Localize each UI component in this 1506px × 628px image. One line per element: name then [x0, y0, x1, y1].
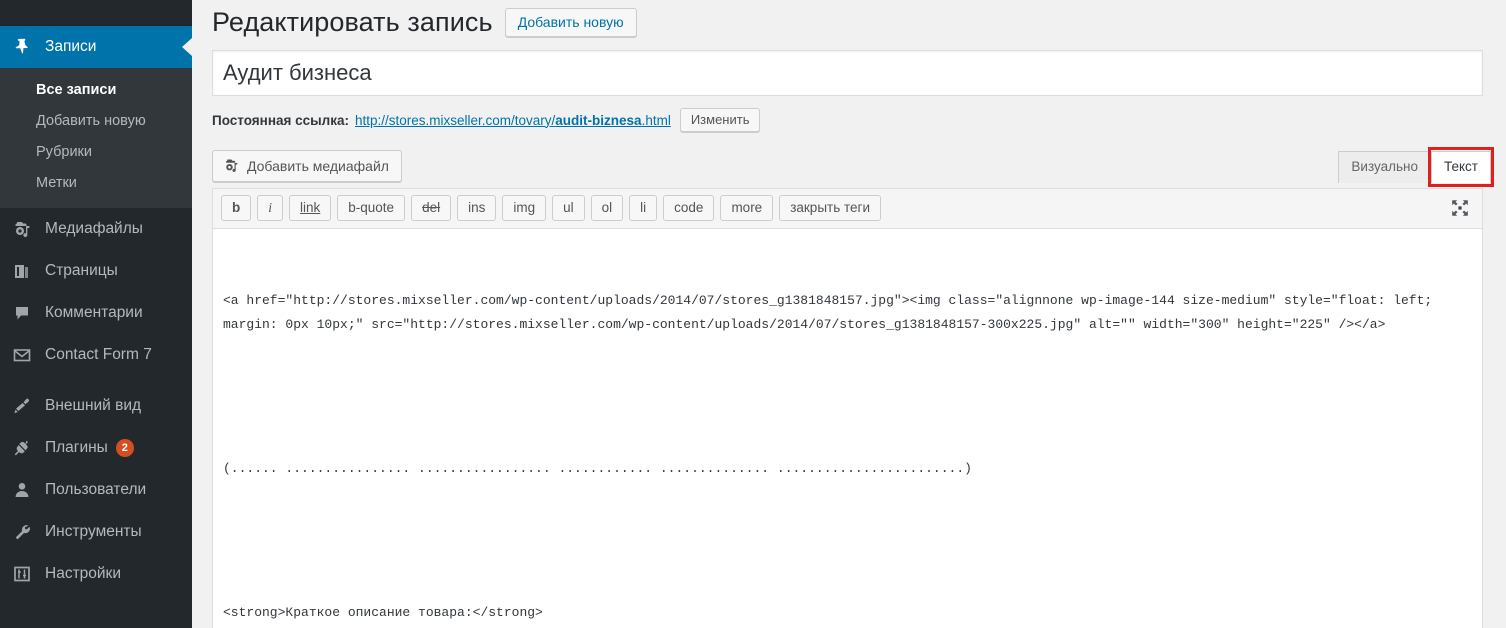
editor-mode-tabs: Визуально Текст [1338, 150, 1491, 183]
quicktag-b-quote[interactable]: b-quote [337, 195, 405, 221]
tab-visual[interactable]: Визуально [1338, 151, 1431, 183]
comment-icon [12, 302, 38, 324]
permalink-url[interactable]: http://stores.mixseller.com/tovary/audit… [355, 113, 671, 128]
sidebar-item-settings[interactable]: Настройки [0, 553, 192, 595]
sidebar-item-label: Пользователи [45, 481, 146, 499]
sidebar-item-categories[interactable]: Рубрики [0, 137, 192, 168]
add-new-post-button[interactable]: Добавить новую [505, 8, 637, 37]
sidebar-item-tags[interactable]: Метки [0, 168, 192, 199]
permalink-suffix: .html [642, 113, 671, 128]
edit-permalink-button[interactable]: Изменить [680, 108, 761, 132]
sidebar-item-label: Медиафайлы [45, 220, 143, 238]
permalink-prefix: http://stores.mixseller.com/tovary/ [355, 113, 555, 128]
content-line: (...... ................ ...............… [223, 457, 1472, 481]
sidebar-item-comments[interactable]: Комментарии [0, 292, 192, 334]
quicktag-ol[interactable]: ol [591, 195, 624, 221]
quicktags-toolbar: b i link b-quote del ins img ul ol li co… [213, 189, 1482, 229]
post-title-input[interactable] [212, 50, 1483, 96]
user-icon [12, 479, 38, 501]
content-blank-line [223, 529, 1472, 553]
sidebar-item-appearance[interactable]: Внешний вид [0, 385, 192, 427]
add-media-label: Добавить медиафайл [247, 158, 389, 174]
wrench-icon [12, 521, 38, 543]
page-title: Редактировать запись [212, 6, 493, 38]
sidebar-item-contact-form-7[interactable]: Contact Form 7 [0, 334, 192, 376]
admin-sidebar: Записи Все записи Добавить новую Рубрики… [0, 0, 192, 628]
quicktag-i[interactable]: i [257, 195, 283, 221]
sidebar-item-label: Настройки [45, 565, 121, 583]
sidebar-item-pages[interactable]: Страницы [0, 250, 192, 292]
sidebar-submenu-posts: Все записи Добавить новую Рубрики Метки [0, 68, 192, 208]
main-content: Редактировать запись Добавить новую Пост… [192, 0, 1506, 628]
sidebar-separator [0, 376, 192, 385]
sidebar-item-media[interactable]: Медиафайлы [0, 208, 192, 250]
permalink-row: Постоянная ссылка: http://stores.mixsell… [212, 108, 1491, 132]
sidebar-item-users[interactable]: Пользователи [0, 469, 192, 511]
sidebar-item-all-posts[interactable]: Все записи [0, 75, 192, 106]
sidebar-item-label: Плагины [45, 439, 108, 457]
quicktag-img[interactable]: img [502, 195, 546, 221]
editor-container: b i link b-quote del ins img ul ol li co… [212, 188, 1483, 628]
fullscreen-arrows-icon[interactable] [1450, 198, 1470, 218]
content-line: <strong>Краткое описание товара:</strong… [223, 601, 1472, 625]
paintbrush-icon [12, 395, 38, 417]
content-line: <a href="http://stores.mixseller.com/wp-… [223, 289, 1472, 337]
add-media-icon [223, 157, 240, 174]
quicktag-code[interactable]: code [663, 195, 714, 221]
sidebar-item-tools[interactable]: Инструменты [0, 511, 192, 553]
permalink-slug: audit-biznesa [555, 113, 641, 128]
sidebar-item-label: Комментарии [45, 304, 143, 322]
quicktag-b[interactable]: b [221, 195, 251, 221]
sidebar-item-add-new-post[interactable]: Добавить новую [0, 106, 192, 137]
quicktag-li[interactable]: li [629, 195, 657, 221]
quicktag-ins[interactable]: ins [457, 195, 496, 221]
envelope-icon [12, 344, 38, 366]
tab-text[interactable]: Текст [1431, 151, 1491, 183]
plug-icon [12, 437, 38, 459]
content-blank-line [223, 385, 1472, 409]
current-menu-arrow-icon [178, 26, 192, 68]
media-toolbar-row: Добавить медиафайл Визуально Текст [212, 150, 1491, 182]
sidebar-item-label: Contact Form 7 [45, 346, 152, 364]
sidebar-item-label: Страницы [45, 262, 118, 280]
pages-icon [12, 260, 38, 282]
camera-music-icon [12, 218, 38, 240]
sidebar-item-label: Внешний вид [45, 397, 141, 415]
plugins-update-badge: 2 [116, 439, 134, 457]
page-header: Редактировать запись Добавить новую [212, 0, 1491, 40]
quicktag-ul[interactable]: ul [552, 195, 585, 221]
pin-icon [12, 36, 38, 58]
sidebar-item-label: Записи [45, 38, 96, 56]
wordpress-admin-screen: Записи Все записи Добавить новую Рубрики… [0, 0, 1506, 628]
post-editor: Добавить медиафайл Визуально Текст b i l… [212, 150, 1491, 628]
permalink-label: Постоянная ссылка: [212, 113, 349, 128]
sidebar-item-plugins[interactable]: Плагины 2 [0, 427, 192, 469]
quicktag-link[interactable]: link [289, 195, 331, 221]
quicktag-del[interactable]: del [411, 195, 451, 221]
post-content-textarea[interactable]: <a href="http://stores.mixseller.com/wp-… [213, 229, 1482, 628]
quicktag-more[interactable]: more [720, 195, 773, 221]
sidebar-item-label: Инструменты [45, 523, 142, 541]
sidebar-item-posts[interactable]: Записи [0, 26, 192, 68]
add-media-button[interactable]: Добавить медиафайл [212, 150, 402, 182]
sliders-icon [12, 563, 38, 585]
quicktag-close-tags[interactable]: закрыть теги [779, 195, 881, 221]
